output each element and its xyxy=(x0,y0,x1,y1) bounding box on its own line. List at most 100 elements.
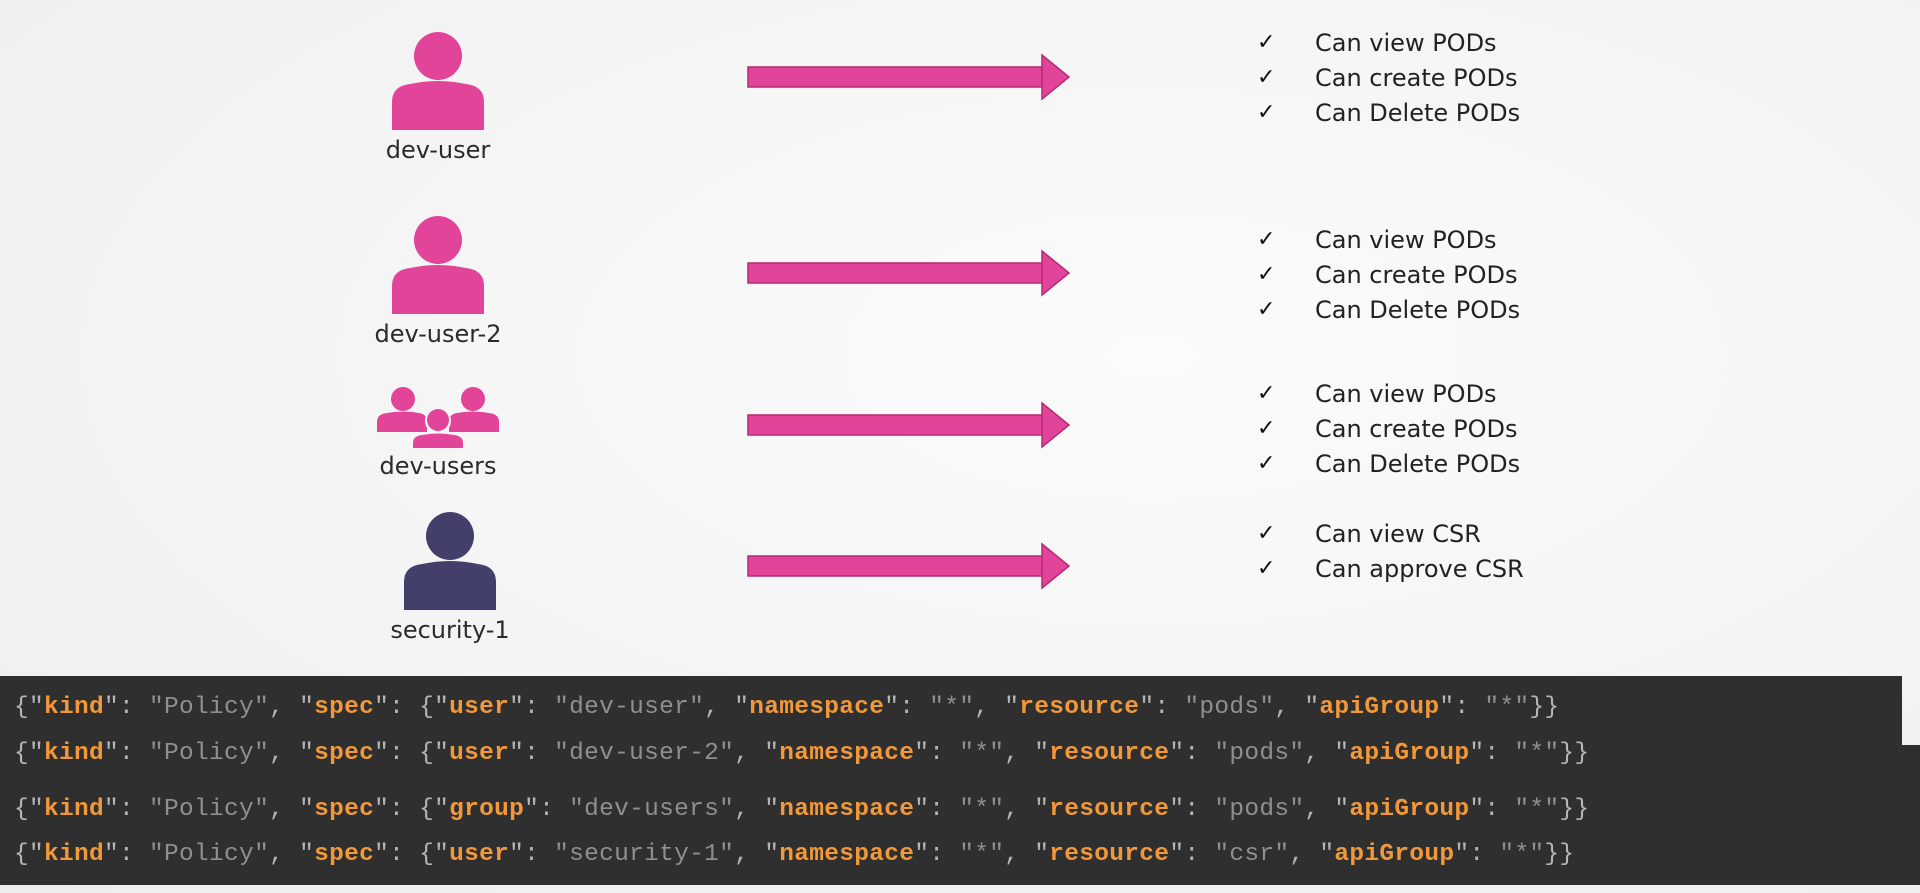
code-key: namespace xyxy=(779,796,915,823)
arrow-icon xyxy=(747,53,1071,101)
permission-list: ✓ Can view CSR ✓ Can approve CSR xyxy=(1255,516,1524,586)
user-icon xyxy=(392,32,484,130)
code-value: "*" xyxy=(1499,841,1545,868)
code-key: spec xyxy=(314,841,375,868)
subject-dev-users: dev-users xyxy=(368,386,508,480)
punct: ": {" xyxy=(374,694,450,721)
punct: {" xyxy=(14,740,45,767)
code-value: "dev-users" xyxy=(569,796,735,823)
permission-item: ✓ Can create PODs xyxy=(1257,63,1518,92)
punct: ": {" xyxy=(374,796,450,823)
punct: ": xyxy=(1439,694,1485,721)
permission-item: ✓ Can approve CSR xyxy=(1257,554,1524,583)
punct: ": xyxy=(1169,841,1215,868)
user-icon xyxy=(392,216,484,314)
code-key: user xyxy=(449,841,510,868)
punct: , " xyxy=(1004,841,1050,868)
punct: , " xyxy=(1304,740,1350,767)
permission-item: ✓ Can Delete PODs xyxy=(1257,98,1521,127)
punct: ": {" xyxy=(374,740,450,767)
punct: , " xyxy=(1004,740,1050,767)
punct: ": xyxy=(104,841,150,868)
check-icon: ✓ xyxy=(1257,65,1276,90)
permission-list: ✓ Can view PODs ✓ Can create PODs ✓ Can Del… xyxy=(1255,376,1520,481)
punct: ": xyxy=(509,841,555,868)
permission-item: ✓ Can create PODs xyxy=(1257,414,1518,443)
punct: ": xyxy=(884,694,930,721)
permission-list: ✓ Can view PODs ✓ Can create PODs ✓ Can Del… xyxy=(1255,222,1520,327)
punct: ": xyxy=(914,740,960,767)
permission-list: ✓ Can view PODs ✓ Can create PODs ✓ Can Del… xyxy=(1255,25,1520,130)
code-value: "*" xyxy=(959,740,1005,767)
punct: ": xyxy=(104,796,150,823)
subject-label: dev-users xyxy=(379,452,497,480)
user-icon xyxy=(404,512,496,610)
code-key: apiGroup xyxy=(1334,841,1455,868)
punct: , " xyxy=(734,740,780,767)
subject-security-1: security-1 xyxy=(380,510,520,644)
punct: , " xyxy=(974,694,1020,721)
code-key: namespace xyxy=(779,841,915,868)
user-group-icon xyxy=(377,387,499,448)
punct: , " xyxy=(269,740,315,767)
code-value: "*" xyxy=(959,796,1005,823)
code-value: "*" xyxy=(1514,740,1560,767)
punct: , " xyxy=(269,694,315,721)
punct: , " xyxy=(269,841,315,868)
punct: }} xyxy=(1559,740,1590,767)
code-key: kind xyxy=(44,796,105,823)
punct: ": xyxy=(1454,841,1500,868)
policy-line: {"kind": "Policy", "spec": {"user": "dev… xyxy=(14,740,1589,767)
punct: ": xyxy=(104,694,150,721)
code-value: "Policy" xyxy=(149,694,270,721)
permission-item: ✓ Can view CSR xyxy=(1257,519,1481,548)
subject-label: dev-user-2 xyxy=(374,320,502,348)
code-key: kind xyxy=(44,694,105,721)
code-value: "csr" xyxy=(1214,841,1290,868)
punct: ": xyxy=(1139,694,1185,721)
code-value: "*" xyxy=(959,841,1005,868)
permission-item: ✓ Can view PODs xyxy=(1257,28,1497,57)
permission-item: ✓ Can Delete PODs xyxy=(1257,449,1521,478)
code-key: resource xyxy=(1049,841,1170,868)
check-icon: ✓ xyxy=(1257,521,1276,546)
check-icon: ✓ xyxy=(1257,100,1276,125)
punct: ": xyxy=(509,694,555,721)
punct: ": {" xyxy=(374,841,450,868)
punct: }} xyxy=(1559,796,1590,823)
subject-label: security-1 xyxy=(390,616,510,644)
code-key: spec xyxy=(314,694,375,721)
check-icon: ✓ xyxy=(1257,227,1276,252)
punct: ": xyxy=(1469,740,1515,767)
punct: {" xyxy=(14,841,45,868)
punct: }} xyxy=(1544,841,1575,868)
punct: , " xyxy=(734,796,780,823)
code-key: apiGroup xyxy=(1319,694,1440,721)
check-icon: ✓ xyxy=(1257,30,1276,55)
code-key: kind xyxy=(44,841,105,868)
code-value: "Policy" xyxy=(149,740,270,767)
code-value: "dev-user-2" xyxy=(554,740,735,767)
subject-label: dev-user xyxy=(385,136,491,164)
code-key: resource xyxy=(1049,796,1170,823)
punct: ": xyxy=(1169,740,1215,767)
code-key: spec xyxy=(314,796,375,823)
arrow-icon xyxy=(747,249,1071,297)
code-value: "Policy" xyxy=(149,841,270,868)
check-icon: ✓ xyxy=(1257,297,1276,322)
code-key: apiGroup xyxy=(1349,796,1470,823)
punct: ": xyxy=(1469,796,1515,823)
punct: , " xyxy=(1304,796,1350,823)
punct: {" xyxy=(14,796,45,823)
code-value: "*" xyxy=(929,694,975,721)
code-key: namespace xyxy=(779,740,915,767)
code-key: spec xyxy=(314,740,375,767)
arrow-icon xyxy=(747,401,1071,449)
code-key: resource xyxy=(1049,740,1170,767)
code-key: namespace xyxy=(749,694,885,721)
code-key: group xyxy=(449,796,525,823)
punct: ": xyxy=(1169,796,1215,823)
punct: ": xyxy=(914,796,960,823)
code-value: "*" xyxy=(1514,796,1560,823)
permission-item: ✓ Can create PODs xyxy=(1257,260,1518,289)
